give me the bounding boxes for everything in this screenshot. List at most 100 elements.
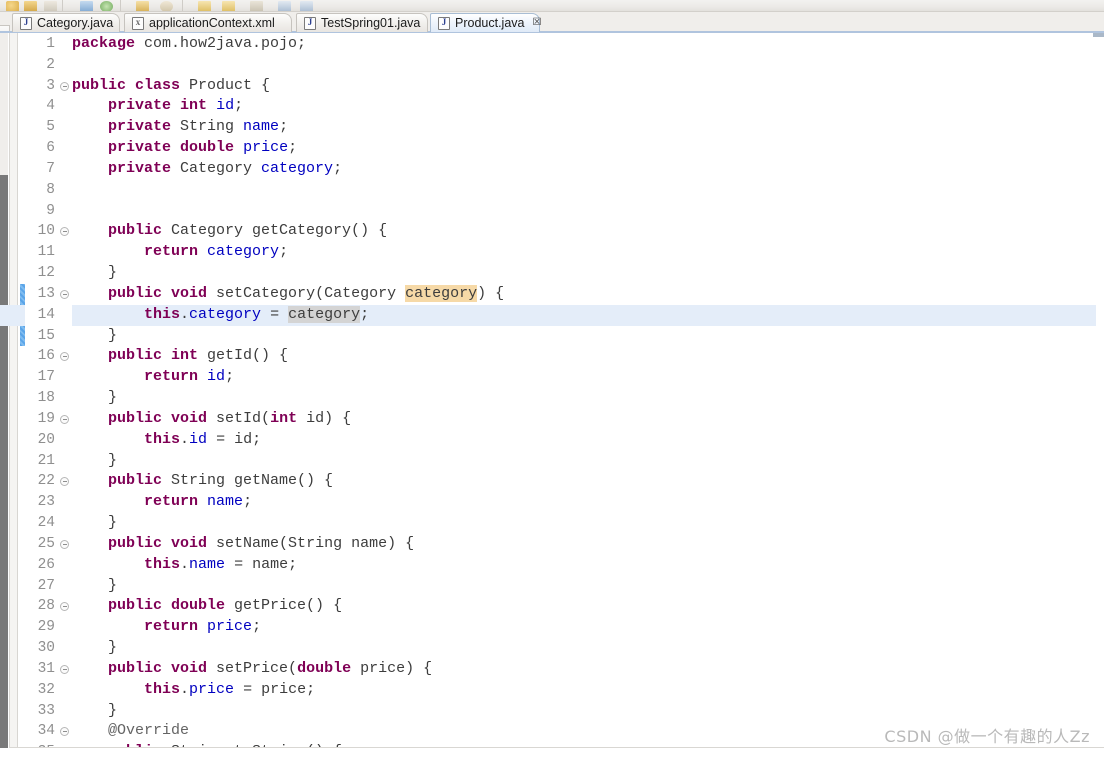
code-line[interactable]: return id; [72, 367, 1104, 388]
line-number: 23 [37, 494, 55, 511]
line-number: 12 [37, 265, 55, 282]
debug-icon[interactable] [80, 1, 93, 11]
code-line[interactable]: private int id; [72, 96, 1104, 117]
fold-collapse-icon[interactable] [60, 664, 69, 674]
code-token: } [72, 451, 118, 469]
close-icon[interactable]: ☒ [532, 18, 541, 28]
code-token: . [180, 555, 190, 573]
code-line[interactable]: } [72, 388, 1104, 409]
code-line[interactable] [72, 201, 1104, 222]
code-token: name [189, 555, 226, 573]
code-token: Product { [180, 76, 271, 94]
fold-collapse-icon[interactable] [60, 289, 69, 299]
code-token: ; [288, 139, 298, 157]
code-line[interactable]: private String name; [72, 117, 1104, 138]
code-token: Category [171, 159, 262, 177]
watermark-text: CSDN @做一个有趣的人Zz [884, 727, 1090, 746]
code-line[interactable]: public void setCategory(Category categor… [72, 284, 1104, 305]
code-line[interactable]: public double getPrice() { [72, 596, 1104, 617]
code-line[interactable]: public int getId() { [72, 346, 1104, 367]
code-text-area[interactable]: package com.how2java.pojo; public class P… [72, 33, 1104, 748]
code-token: Category getCategory() { [162, 222, 388, 240]
editor-tab-product-java[interactable]: Product.java ☒ [430, 13, 541, 32]
code-token: price [207, 618, 253, 636]
code-token: price [243, 139, 289, 157]
line-number: 4 [46, 98, 55, 115]
code-token: } [72, 389, 118, 407]
code-line[interactable]: private Category category; [72, 159, 1104, 180]
editor-tab-testspring01-java[interactable]: TestSpring01.java [296, 13, 428, 32]
code-line[interactable]: } [72, 701, 1104, 722]
main-toolbar[interactable] [0, 0, 1104, 12]
code-token: id [216, 97, 235, 115]
code-line[interactable]: return price; [72, 617, 1104, 638]
run-icon[interactable] [100, 1, 113, 11]
vertical-scrollbar[interactable] [1096, 33, 1104, 748]
fold-collapse-icon[interactable] [60, 81, 69, 91]
code-line[interactable]: this.id = id; [72, 430, 1104, 451]
code-line[interactable]: public Category getCategory() { [72, 221, 1104, 242]
code-token: String getName() { [162, 472, 334, 490]
code-line[interactable]: } [72, 263, 1104, 284]
quick-diff-ruler [20, 33, 24, 748]
code-line[interactable]: } [72, 326, 1104, 347]
line-number: 2 [46, 56, 55, 73]
line-number: 15 [37, 327, 55, 344]
code-line[interactable]: } [72, 513, 1104, 534]
code-line[interactable]: public void setPrice(double price) { [72, 659, 1104, 680]
editor-tab-category-java[interactable]: Category.java [12, 13, 120, 32]
code-line[interactable]: this.name = name; [72, 555, 1104, 576]
adjacent-view-edge [0, 175, 8, 748]
code-token: @Override [108, 722, 190, 740]
code-line[interactable]: this.category = category; [72, 305, 1104, 326]
new-icon[interactable] [6, 1, 19, 11]
code-token: id) { [297, 409, 352, 427]
code-line[interactable]: } [72, 451, 1104, 472]
last-edit-location-icon[interactable] [250, 1, 263, 11]
fold-collapse-icon[interactable] [60, 414, 69, 424]
code-line[interactable] [72, 180, 1104, 201]
code-token: setId( [207, 409, 271, 427]
code-line[interactable]: public String getName() { [72, 471, 1104, 492]
annotation-ruler[interactable] [9, 33, 18, 748]
print-icon[interactable] [44, 1, 57, 11]
next-annotation-icon[interactable] [198, 1, 211, 11]
code-line[interactable]: package com.how2java.pojo; [72, 34, 1104, 55]
external-tools-icon[interactable] [136, 1, 149, 11]
code-token: private int [108, 97, 208, 115]
code-token: = name; [225, 555, 298, 573]
code-line[interactable]: public void setName(String name) { [72, 534, 1104, 555]
code-line[interactable]: } [72, 576, 1104, 597]
code-token: getId() { [198, 347, 289, 365]
forward-icon[interactable] [300, 1, 313, 11]
code-token: = [261, 305, 289, 323]
fold-collapse-icon[interactable] [60, 539, 69, 549]
code-line[interactable]: public void setId(int id) { [72, 409, 1104, 430]
code-token: return [144, 493, 199, 511]
save-icon[interactable] [24, 1, 37, 11]
code-line[interactable]: public class Product { [72, 76, 1104, 97]
code-line[interactable]: return category; [72, 242, 1104, 263]
code-line[interactable]: private double price; [72, 138, 1104, 159]
back-icon[interactable] [278, 1, 291, 11]
code-line[interactable]: this.price = price; [72, 680, 1104, 701]
code-token: } [72, 701, 118, 719]
editor-tab-applicationcontext-xml[interactable]: applicationContext.xml [124, 13, 292, 32]
vertical-scrollbar-thumb[interactable] [1093, 33, 1104, 37]
horizontal-scrollbar[interactable] [9, 747, 1104, 748]
code-token: name [207, 493, 244, 511]
code-line[interactable] [72, 55, 1104, 76]
code-editor[interactable]: 1 2 3 4 5 6 7 8 9 10 11 12 13 14 15 16 17 18 19 20 21 22 23 24 2… [0, 33, 1104, 748]
code-token: category [288, 305, 361, 323]
code-line[interactable]: } [72, 638, 1104, 659]
search-icon[interactable] [160, 1, 173, 11]
code-line[interactable]: return name; [72, 492, 1104, 513]
previous-annotation-icon[interactable] [222, 1, 235, 11]
